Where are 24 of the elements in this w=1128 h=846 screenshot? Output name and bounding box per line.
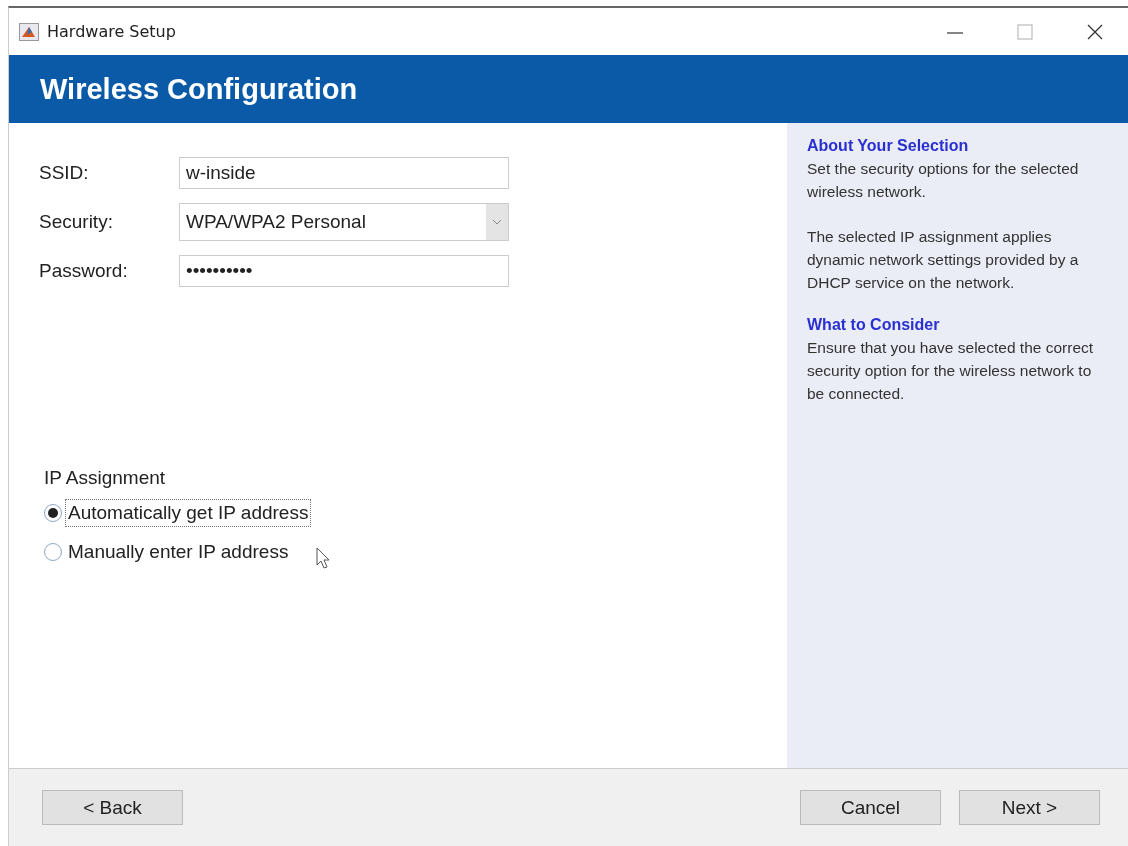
next-button[interactable]: Next >	[959, 790, 1100, 825]
field-label: SSID:	[39, 162, 90, 184]
radio-button[interactable]	[44, 504, 62, 522]
cancel-button[interactable]: Cancel	[800, 790, 941, 825]
close-icon[interactable]	[1086, 22, 1104, 41]
help-heading: What to Consider	[807, 316, 941, 334]
field-label: Password:	[39, 260, 129, 282]
radio-button[interactable]	[44, 543, 62, 561]
radio-label[interactable]: Automatically get IP address	[65, 499, 312, 527]
page-title: Wireless Configuration	[40, 72, 358, 106]
security-dropdown[interactable]: WPA/WPA2 Personal	[179, 203, 509, 241]
chevron-icon	[492, 219, 502, 225]
help-text: The selected IP assignment applies dynamic network settings provided by a DHCP service on the network.	[807, 227, 1080, 293]
window-title: Hardware Setup	[47, 22, 176, 41]
help-heading: About Your Selection	[807, 137, 970, 155]
field-label: Security:	[39, 211, 114, 233]
section-label: IP Assignment	[44, 467, 167, 489]
help-text: Ensure that you have selected the correct security option for the wireless network to be connected.	[807, 338, 1095, 404]
input-field[interactable]: ••••••••••	[179, 255, 509, 287]
app-logo-icon	[19, 22, 39, 41]
radio-label[interactable]: Manually enter IP address	[65, 538, 292, 566]
help-text: Set the security options for the selected wireless network.	[807, 159, 1080, 202]
back-button[interactable]: < Back	[42, 790, 183, 825]
input-field[interactable]: w-inside	[179, 157, 509, 189]
